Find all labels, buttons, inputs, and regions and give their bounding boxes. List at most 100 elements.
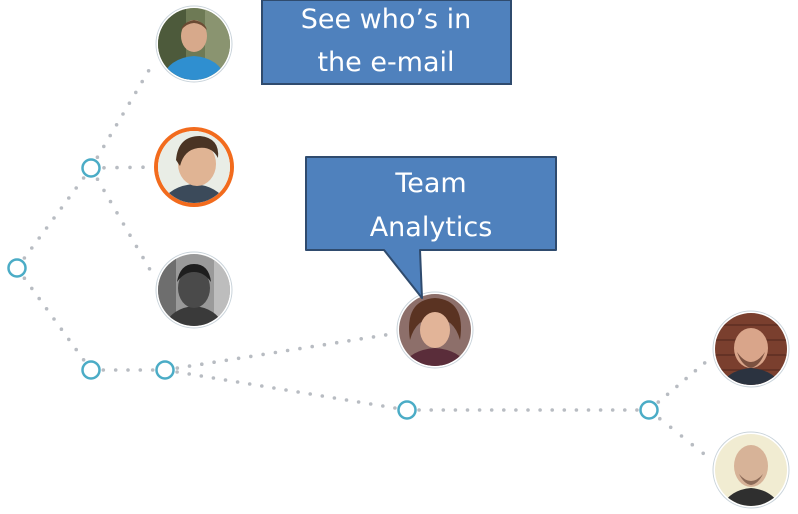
person-2-avatar[interactable] (154, 127, 234, 207)
connector-dot (273, 350, 278, 355)
person-6-avatar[interactable] (712, 431, 790, 510)
connector-dot (101, 368, 106, 372)
connector-dot (332, 396, 337, 400)
team-callout-line-1: Team (394, 168, 466, 199)
connector-dot (141, 165, 145, 169)
connector-dot (441, 408, 446, 412)
connector-dot (187, 364, 192, 368)
person-5-avatar[interactable] (712, 310, 790, 390)
connector-dot (150, 368, 155, 372)
connector-dot (30, 246, 34, 250)
branch-node-lower-2[interactable] (155, 360, 175, 380)
connector-dot (308, 392, 313, 396)
connector-dot (550, 408, 554, 412)
connector-dot (128, 233, 132, 237)
connector-dot (59, 327, 64, 332)
connector-dot (37, 236, 41, 240)
connector-dot (285, 348, 290, 353)
connector-dot (322, 342, 327, 347)
connector-dot (95, 155, 100, 159)
connector-dot (381, 404, 385, 408)
connector-dot (623, 408, 627, 412)
connector-dot (146, 69, 151, 73)
connector-dot (702, 361, 707, 365)
connector-dot (310, 344, 315, 349)
connector-dot (44, 307, 49, 311)
person-3-avatar[interactable] (155, 251, 233, 330)
team-analytics-callout: Team Analytics (305, 156, 557, 299)
connector-dot (665, 392, 670, 397)
branch-node-lower[interactable] (81, 360, 101, 380)
connector-dot (690, 442, 695, 447)
connector-dot (128, 165, 132, 170)
connector-dot (574, 408, 579, 412)
connector-dot (417, 408, 421, 412)
connector-dot (598, 408, 603, 412)
connector-dot (610, 408, 615, 412)
connector-dot (586, 408, 591, 412)
connector-dot (562, 408, 567, 412)
connector-dot (453, 408, 458, 412)
connector-dot (67, 337, 71, 342)
connector-dot (344, 398, 349, 402)
connector-dot (52, 216, 56, 220)
connector-dot (334, 340, 339, 345)
connector-dot (115, 165, 119, 170)
connector-dot (684, 376, 688, 381)
connector-dot (30, 286, 34, 291)
connector-dot (465, 408, 470, 412)
connector-dot (679, 434, 684, 438)
connector-dot (175, 366, 180, 370)
connector-dot (502, 408, 506, 412)
connector-dot (113, 368, 118, 372)
connector-dot (81, 358, 86, 362)
connector-dot (102, 188, 106, 193)
branch-node-upper[interactable] (81, 158, 101, 178)
connector-dot (134, 90, 138, 95)
connector-dot (138, 368, 143, 372)
connector-dot (102, 166, 106, 170)
connector-dot (249, 354, 253, 359)
connector-dot (359, 337, 364, 341)
email-thread-tree-diagram: See who’s in the e-mail Team Analytics (7, 0, 790, 510)
connector-dot (383, 333, 388, 337)
connector-dot (223, 378, 228, 382)
connector-dot (95, 177, 100, 181)
connector-dot (37, 296, 41, 301)
team-callout-line-2: Analytics (370, 212, 493, 243)
connector-dot (284, 388, 288, 392)
connector-dot (371, 335, 376, 339)
connector-dot (701, 451, 705, 456)
connector-dot (67, 196, 71, 200)
connector-dot (429, 408, 434, 412)
connector-dot (121, 112, 125, 116)
connector-dot (74, 186, 78, 190)
branch-node-right[interactable] (639, 400, 659, 420)
email-participants-callout: See who’s in the e-mail (261, 0, 512, 85)
connector-dot (261, 352, 265, 357)
branch-node-root[interactable] (7, 258, 27, 278)
email-callout-line-1: See who’s in (301, 4, 472, 35)
connector-dot (693, 368, 698, 373)
connector-dot (347, 339, 351, 343)
connector-dot (140, 79, 144, 84)
connector-dot (368, 402, 373, 406)
connector-dot (141, 255, 145, 260)
person-4-avatar[interactable] (396, 291, 474, 370)
connector-dot (22, 276, 27, 281)
connector-dot (211, 376, 216, 380)
person-1-avatar[interactable] (155, 5, 233, 84)
connector-dot (115, 211, 119, 215)
connector-dot (658, 416, 662, 421)
branch-node-mid[interactable] (397, 400, 417, 420)
connector-dot (121, 222, 126, 226)
connector-dot (247, 382, 252, 386)
connector-dot (514, 408, 518, 412)
connector-dot (175, 370, 179, 374)
connector-dot (272, 386, 276, 390)
connector-dot (356, 400, 361, 404)
connector-dot (298, 346, 302, 351)
connector-dot (320, 394, 325, 398)
connector-dot (393, 406, 397, 410)
connector-dot (296, 390, 300, 394)
